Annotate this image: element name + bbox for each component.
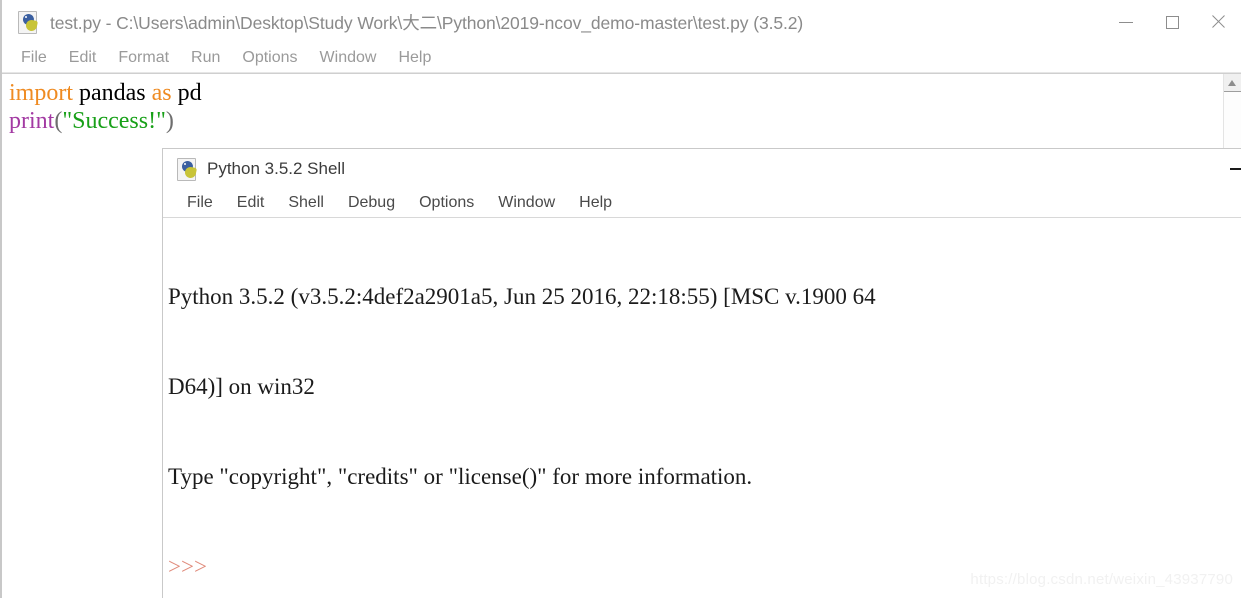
shell-menu-help[interactable]: Help bbox=[567, 194, 624, 212]
shell-menu-debug[interactable]: Debug bbox=[336, 194, 407, 212]
shell-menu-window[interactable]: Window bbox=[486, 194, 567, 212]
menu-options[interactable]: Options bbox=[231, 49, 308, 67]
shell-menu-file[interactable]: File bbox=[175, 194, 225, 212]
shell-output-area[interactable]: Python 3.5.2 (v3.5.2:4def2a2901a5, Jun 2… bbox=[163, 218, 1241, 598]
watermark-text: https://blog.csdn.net/weixin_43937790 bbox=[970, 571, 1233, 588]
editor-menubar: File Edit Format Run Options Window Help bbox=[2, 44, 1241, 73]
shell-title-text: Python 3.5.2 Shell bbox=[207, 159, 345, 178]
scroll-up-button[interactable] bbox=[1224, 74, 1241, 92]
python-shell-window: Python 3.5.2 Shell File Edit Shell Debug… bbox=[162, 148, 1241, 598]
code-string-success: "Success!" bbox=[62, 108, 166, 134]
close-icon bbox=[1210, 14, 1226, 30]
shell-minimize-button[interactable] bbox=[1215, 149, 1241, 189]
code-close-paren: ) bbox=[165, 108, 174, 134]
code-keyword-as: as bbox=[151, 80, 172, 106]
shell-line-version: Python 3.5.2 (v3.5.2:4def2a2901a5, Jun 2… bbox=[168, 284, 876, 309]
shell-menu-edit[interactable]: Edit bbox=[225, 194, 277, 212]
menu-run[interactable]: Run bbox=[180, 49, 231, 67]
maximize-icon bbox=[1165, 15, 1179, 29]
menu-edit[interactable]: Edit bbox=[58, 49, 108, 67]
shell-line-type-help: Type "copyright", "credits" or "license(… bbox=[168, 464, 753, 489]
shell-titlebar[interactable]: Python 3.5.2 Shell bbox=[163, 149, 1241, 189]
code-line-1: import pandas as pd bbox=[9, 80, 202, 106]
editor-window-controls bbox=[1103, 0, 1241, 44]
editor-title-text: test.py - C:\Users\admin\Desktop\Study W… bbox=[50, 12, 804, 33]
minimize-icon bbox=[1230, 168, 1241, 170]
menu-file[interactable]: File bbox=[10, 49, 58, 67]
shell-window-controls bbox=[1215, 149, 1241, 189]
shell-menu-options[interactable]: Options bbox=[407, 194, 486, 212]
code-module-pandas: pandas bbox=[73, 80, 152, 106]
shell-menu-shell[interactable]: Shell bbox=[276, 194, 336, 212]
chevron-up-icon bbox=[1228, 80, 1236, 86]
editor-source-code[interactable]: import pandas as pd print("Success!") bbox=[9, 79, 202, 135]
menu-window[interactable]: Window bbox=[309, 49, 388, 67]
python-shell-icon bbox=[177, 158, 199, 181]
menu-help[interactable]: Help bbox=[387, 49, 442, 67]
minimize-button[interactable] bbox=[1103, 0, 1149, 44]
code-alias-pd: pd bbox=[171, 80, 202, 106]
code-function-print: print bbox=[9, 108, 55, 134]
editor-titlebar[interactable]: test.py - C:\Users\admin\Desktop\Study W… bbox=[2, 0, 1241, 44]
shell-line-platform: D64)] on win32 bbox=[168, 374, 315, 399]
shell-menubar: File Edit Shell Debug Options Window Hel… bbox=[163, 189, 1241, 218]
maximize-button[interactable] bbox=[1149, 0, 1195, 44]
menu-format[interactable]: Format bbox=[107, 49, 180, 67]
python-file-icon bbox=[18, 11, 40, 34]
code-keyword-import: import bbox=[9, 80, 73, 106]
screenshot-root: test.py - C:\Users\admin\Desktop\Study W… bbox=[0, 0, 1241, 598]
minimize-icon bbox=[1119, 21, 1133, 23]
code-line-2: print("Success!") bbox=[9, 108, 174, 134]
close-button[interactable] bbox=[1195, 0, 1241, 44]
